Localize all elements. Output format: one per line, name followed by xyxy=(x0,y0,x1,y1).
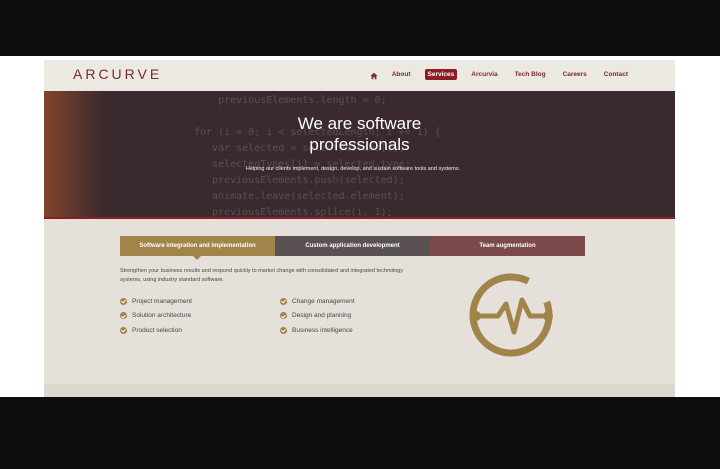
list-item: Design and planning xyxy=(280,309,355,324)
home-icon[interactable] xyxy=(370,72,378,80)
tab-custom-application[interactable]: Custom application development xyxy=(275,236,430,256)
nav-services[interactable]: Services xyxy=(424,69,458,80)
list-item: Project management xyxy=(120,294,192,309)
browser-viewport: ARCURVE About Services Arcurvia Tech Blo… xyxy=(0,56,720,397)
website: ARCURVE About Services Arcurvia Tech Blo… xyxy=(44,60,675,397)
tab-software-integration[interactable]: Software integration and implementation xyxy=(120,236,275,260)
hero-title: We are software professionals xyxy=(297,114,422,154)
list-item: Product selection xyxy=(120,323,192,338)
hero-subtitle: Helping our clients implement, design, d… xyxy=(245,166,461,172)
nav-tech-blog[interactable]: Tech Blog xyxy=(512,69,549,80)
list-item: Change management xyxy=(280,294,355,309)
service-intro-text: Strengthen your business results and res… xyxy=(120,268,404,283)
footer-band xyxy=(44,384,675,397)
hero-banner: previousElements.length = 0; for (i = 0;… xyxy=(44,91,675,217)
list-item: Business intelligence xyxy=(280,323,355,338)
tab-team-augmentation[interactable]: Team augmentation xyxy=(430,236,585,256)
check-icon xyxy=(120,297,127,305)
nav-contact[interactable]: Contact xyxy=(601,69,631,80)
letterbox-bottom xyxy=(0,397,720,469)
nav-arcurvia[interactable]: Arcurvia xyxy=(468,69,500,80)
service-list-right: Change management Design and planning Bu… xyxy=(280,294,355,338)
check-icon xyxy=(120,312,127,320)
check-icon xyxy=(280,312,287,320)
check-icon xyxy=(120,326,127,334)
code-background-decoration: previousElements.length = 0; for (i = 0;… xyxy=(194,95,441,217)
services-tabs: Software integration and implementation … xyxy=(120,236,585,260)
main-nav: About Services Arcurvia Tech Blog Career… xyxy=(370,69,631,80)
service-list-left: Project management Solution architecture… xyxy=(120,294,192,338)
list-item: Solution architecture xyxy=(120,309,192,324)
check-icon xyxy=(280,297,287,305)
check-icon xyxy=(280,326,287,334)
site-header: ARCURVE About Services Arcurvia Tech Blo… xyxy=(44,60,675,91)
nav-careers[interactable]: Careers xyxy=(560,69,590,80)
arcurve-logo[interactable]: ARCURVE xyxy=(73,66,162,82)
integration-emblem-icon xyxy=(469,273,553,357)
letterbox-top xyxy=(0,0,720,56)
hero-divider xyxy=(44,217,675,219)
nav-about[interactable]: About xyxy=(389,69,414,80)
